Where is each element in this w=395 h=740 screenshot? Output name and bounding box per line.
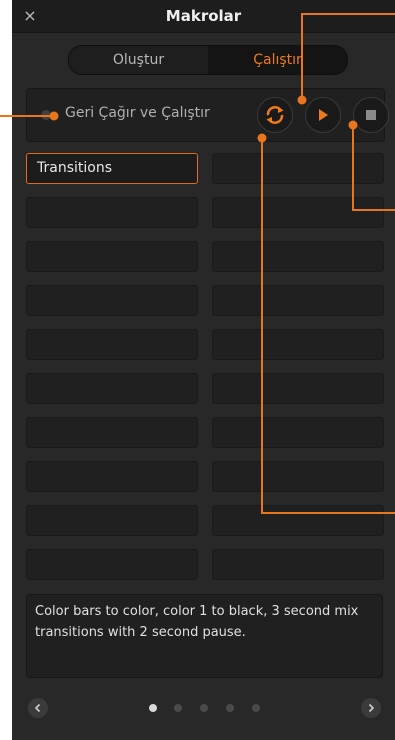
macro-slot[interactable] — [212, 329, 384, 360]
tab-create[interactable]: Oluştur — [69, 46, 208, 74]
page-dot[interactable] — [226, 704, 234, 712]
macro-slot[interactable] — [26, 197, 198, 228]
mode-tabs: Oluştur Çalıştır — [68, 45, 348, 75]
macro-slot[interactable] — [212, 549, 384, 580]
loop-icon — [266, 106, 284, 124]
stop-icon — [366, 110, 376, 120]
macros-panel: × Makrolar Oluştur Çalıştır Geri Çağır v… — [12, 0, 395, 740]
page-dot[interactable] — [200, 704, 208, 712]
macro-slot[interactable] — [212, 153, 384, 184]
macro-slot[interactable] — [26, 285, 198, 316]
stop-button[interactable] — [353, 97, 389, 133]
macro-slot[interactable] — [212, 241, 384, 272]
tab-run[interactable]: Çalıştır — [208, 46, 347, 74]
macro-slot[interactable] — [26, 417, 198, 448]
macro-description: Color bars to color, color 1 to black, 3… — [26, 594, 383, 678]
page-dot[interactable] — [174, 704, 182, 712]
chevron-left-icon — [34, 703, 41, 713]
macro-slot[interactable] — [26, 329, 198, 360]
next-page-button[interactable] — [361, 698, 381, 718]
recall-and-run-label: Geri Çağır ve Çalıştır — [65, 105, 210, 121]
macro-slot[interactable] — [26, 241, 198, 272]
macro-slot[interactable] — [212, 197, 384, 228]
macro-slot[interactable]: Transitions — [26, 153, 198, 184]
pager — [12, 690, 395, 726]
play-button[interactable] — [305, 97, 341, 133]
page-dot[interactable] — [149, 704, 157, 712]
previous-page-button[interactable] — [28, 698, 48, 718]
macro-slot[interactable] — [26, 373, 198, 404]
macro-slot[interactable] — [212, 461, 384, 492]
play-icon — [319, 109, 328, 121]
macro-slot[interactable] — [212, 285, 384, 316]
page-dot[interactable] — [252, 704, 260, 712]
macro-slot[interactable] — [26, 549, 198, 580]
macro-slot[interactable] — [212, 373, 384, 404]
macro-slot[interactable] — [212, 505, 384, 536]
panel-title: Makrolar — [165, 7, 242, 25]
run-controls: Geri Çağır ve Çalıştır — [26, 88, 389, 142]
recall-and-run-toggle[interactable] — [41, 110, 51, 120]
loop-button[interactable] — [257, 97, 293, 133]
title-bar: × Makrolar — [12, 0, 395, 33]
macro-slot[interactable] — [212, 417, 384, 448]
macro-slot[interactable] — [26, 505, 198, 536]
chevron-right-icon — [368, 703, 375, 713]
macro-slot[interactable] — [26, 461, 198, 492]
